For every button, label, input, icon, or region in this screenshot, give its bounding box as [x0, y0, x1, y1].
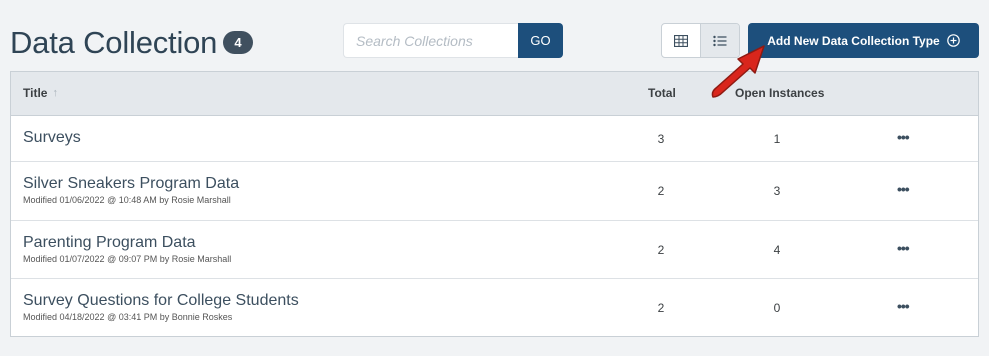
column-header-title[interactable]: Title ↑: [23, 72, 58, 115]
table-row[interactable]: Surveys 3 1 •••: [11, 116, 978, 162]
row-total: 2: [657, 243, 665, 257]
row-title[interactable]: Silver Sneakers Program Data: [23, 175, 239, 193]
annotation-arrow-icon: [711, 45, 765, 98]
row-open-instances: 4: [773, 243, 781, 257]
more-options-icon[interactable]: •••: [897, 240, 910, 256]
count-badge: 4: [223, 31, 253, 54]
table-row[interactable]: Survey Questions for College Students Mo…: [11, 279, 978, 337]
table-row[interactable]: Parenting Program Data Modified 01/07/20…: [11, 221, 978, 279]
row-modified-info: Modified 01/06/2022 @ 10:48 AM by Rosie …: [23, 195, 231, 205]
row-open-instances: 3: [773, 184, 781, 198]
row-modified-info: Modified 04/18/2022 @ 03:41 PM by Bonnie…: [23, 312, 233, 322]
collections-table: Title ↑ Total Open Instances Surveys 3 1…: [10, 71, 979, 337]
row-open-instances: 1: [773, 132, 781, 146]
more-options-icon[interactable]: •••: [897, 181, 910, 197]
go-button[interactable]: GO: [518, 23, 563, 58]
row-total: 2: [657, 301, 665, 315]
table-row[interactable]: Silver Sneakers Program Data Modified 01…: [11, 162, 978, 221]
row-title[interactable]: Surveys: [23, 129, 81, 147]
search-input[interactable]: [343, 23, 518, 58]
row-total: 3: [657, 132, 665, 146]
page-title: Data Collection: [10, 25, 218, 60]
add-new-data-collection-type-button[interactable]: Add New Data Collection Type: [748, 23, 979, 58]
row-title[interactable]: Survey Questions for College Students: [23, 292, 299, 310]
plus-circle-icon: [946, 34, 960, 47]
more-options-icon[interactable]: •••: [897, 298, 910, 314]
page-header: Data Collection 4 GO: [0, 0, 989, 72]
search-bar: GO: [343, 23, 563, 58]
row-modified-info: Modified 01/07/2022 @ 09:07 PM by Rosie …: [23, 254, 232, 264]
more-options-icon[interactable]: •••: [897, 129, 910, 145]
column-header-total[interactable]: Total: [648, 72, 676, 115]
row-title[interactable]: Parenting Program Data: [23, 234, 196, 252]
row-total: 2: [657, 184, 665, 198]
grid-icon: [674, 34, 688, 47]
row-open-instances: 0: [773, 301, 781, 315]
column-title-label: Title: [23, 86, 48, 100]
sort-arrow-up-icon: ↑: [52, 87, 58, 99]
add-button-label: Add New Data Collection Type: [767, 33, 940, 48]
grid-view-button[interactable]: [662, 24, 700, 57]
table-header: Title ↑ Total Open Instances: [11, 72, 978, 116]
